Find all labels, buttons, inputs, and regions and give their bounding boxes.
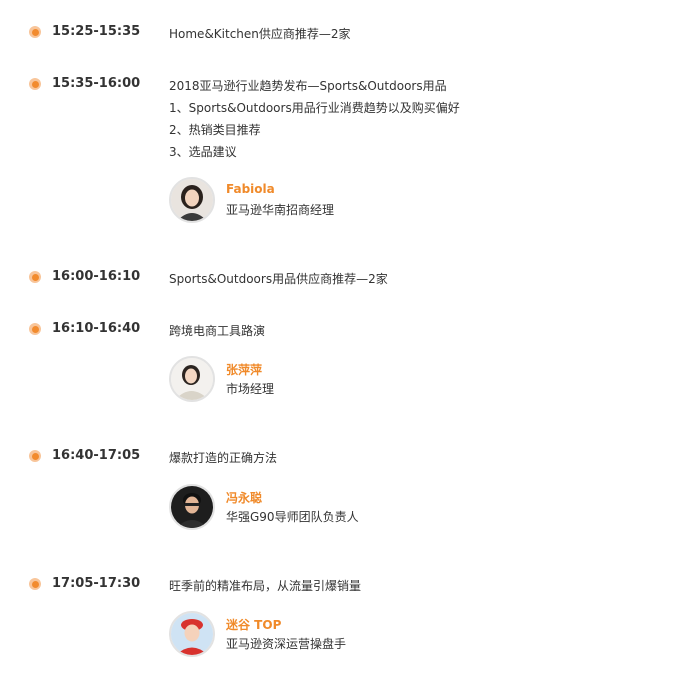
speaker-avatar [169,177,215,223]
speaker-title: 亚马逊华南招商经理 [226,203,335,217]
session-time: 15:35-16:00 [52,76,141,91]
timeline-dot-icon [29,26,41,38]
person-avatar-icon [171,179,213,221]
session-title: 爆款打造的正确方法 [169,451,278,465]
speaker-card: 张萍萍 市场经理 [169,356,569,402]
person-avatar-icon [171,613,213,655]
session-title: 跨境电商工具路演 [169,324,266,338]
session-title: 旺季前的精准布局，从流量引爆销量 [169,579,362,593]
speaker-title: 市场经理 [226,382,275,396]
speaker-name: 迷谷 TOP [226,618,282,632]
session-time: 17:05-17:30 [52,576,141,591]
speaker-card: 冯永聪 华强G90导师团队负责人 [169,484,569,530]
speaker-card: 迷谷 TOP 亚马逊资深运营操盘手 [169,611,569,657]
timeline-dot-icon [29,271,41,283]
timeline-dot-icon [29,323,41,335]
person-avatar-icon [171,358,213,400]
session-time: 16:00-16:10 [52,269,141,284]
speaker-title: 亚马逊资深运营操盘手 [226,637,347,651]
timeline-dot-icon [29,78,41,90]
session-point: 2、热销类目推荐 [169,123,261,137]
person-avatar-icon [171,486,213,528]
speaker-name: 冯永聪 [226,491,263,505]
speaker-card: Fabiola 亚马逊华南招商经理 [169,177,569,223]
speaker-avatar [169,356,215,402]
speaker-name: 张萍萍 [226,363,263,377]
session-title: Sports&Outdoors用品供应商推荐—2家 [169,272,388,286]
session-title: Home&Kitchen供应商推荐—2家 [169,27,351,41]
speaker-name: Fabiola [226,182,275,196]
session-point: 3、选品建议 [169,145,237,159]
speaker-title: 华强G90导师团队负责人 [226,510,359,524]
timeline-dot-icon [29,450,41,462]
session-time: 15:25-15:35 [52,24,141,39]
speaker-avatar [169,484,215,530]
session-point: 1、Sports&Outdoors用品行业消费趋势以及购买偏好 [169,101,460,115]
speaker-avatar [169,611,215,657]
session-title: 2018亚马逊行业趋势发布—Sports&Outdoors用品 [169,79,447,93]
timeline-dot-icon [29,578,41,590]
session-time: 16:40-17:05 [52,448,141,463]
session-time: 16:10-16:40 [52,321,141,336]
